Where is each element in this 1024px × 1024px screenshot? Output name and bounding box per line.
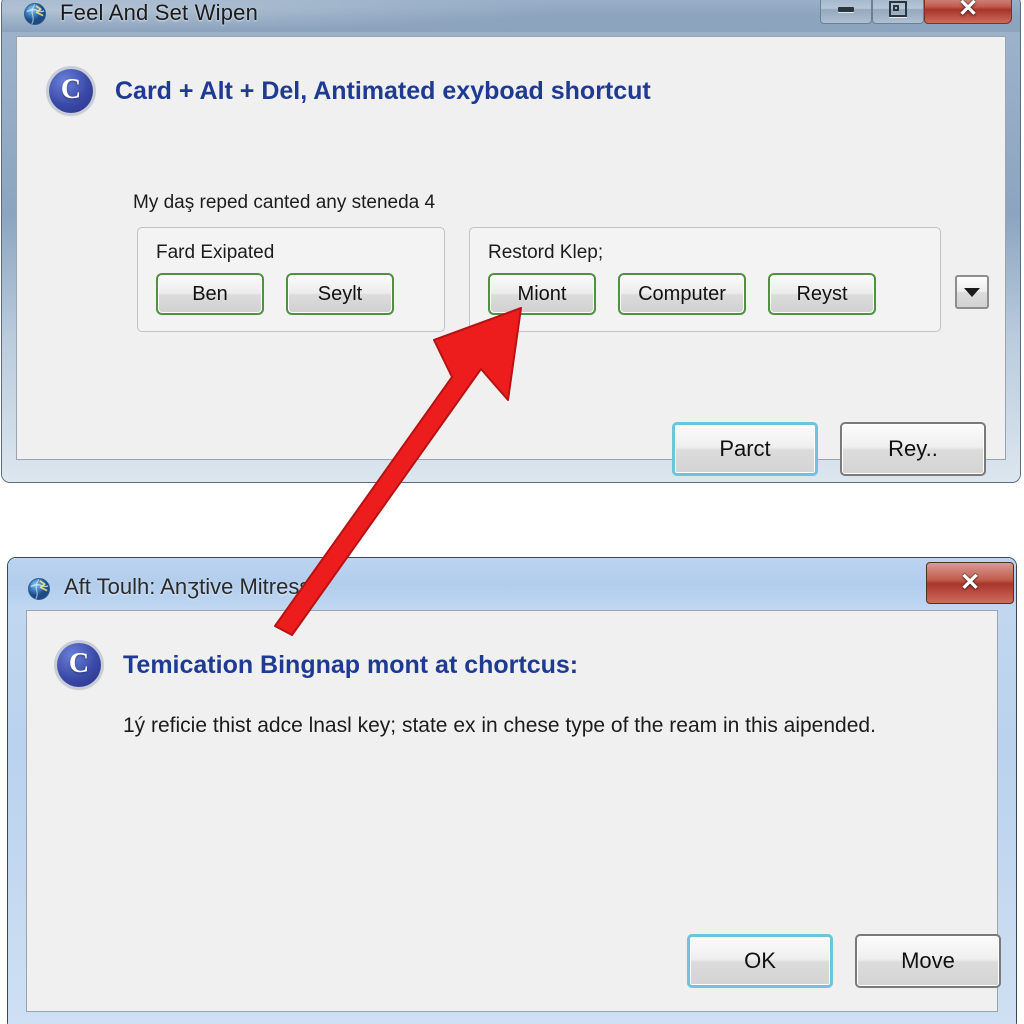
- info-c-icon-letter: C: [68, 648, 90, 679]
- window2-titlebar[interactable]: Aft Toulh: Anʒtive Mitress: [8, 558, 1016, 606]
- close-button[interactable]: ✕: [924, 0, 1012, 24]
- window1-client-area: C Card + Alt + Del, Antimated exyboad sh…: [16, 36, 1006, 476]
- groupbox-button-row: Ben Seylt: [156, 273, 426, 315]
- close-icon: ✕: [957, 0, 979, 22]
- window1-title: Feel And Set Wipen: [60, 0, 259, 25]
- info-c-icon: C: [49, 69, 93, 113]
- groupbox-button-row: Miont Computer Reyst: [488, 273, 922, 315]
- button-computer[interactable]: Computer: [618, 273, 746, 315]
- info-c-icon: C: [57, 643, 101, 687]
- maximize-button[interactable]: [872, 0, 924, 24]
- window2-title: Aft Toulh: Anʒtive Mitress: [64, 574, 311, 599]
- window2-body-text: 1ý reficie thist adce lnasl key; state e…: [123, 714, 876, 737]
- globe-icon: [28, 578, 50, 600]
- groupbox-label: Restord Klep;: [488, 242, 604, 263]
- globe-icon: [24, 3, 46, 25]
- button-miont[interactable]: Miont: [488, 273, 596, 315]
- window2-client-area: C Temication Bingnap mont at chortcus: 1…: [26, 610, 1001, 1012]
- window1-subtext: My daş reped canted any steneda 4: [133, 192, 436, 213]
- rey-button[interactable]: Rey..: [840, 422, 986, 476]
- maximize-icon: [889, 1, 907, 17]
- minimize-button[interactable]: [820, 0, 872, 24]
- groupbox-label: Fard Exipated: [156, 242, 275, 263]
- window-feel-and-set-wipen: Feel And Set Wipen ✕ C Card + Alt + Del,…: [2, 0, 1020, 482]
- window1-heading: Card + Alt + Del, Antimated exyboad shor…: [115, 76, 651, 105]
- window2-footer: OK Move: [687, 934, 1001, 988]
- parct-button[interactable]: Parct: [672, 422, 818, 476]
- chevron-down-icon: [964, 287, 980, 297]
- screenshot-root: Feel And Set Wipen ✕ C Card + Alt + Del,…: [0, 0, 1024, 1024]
- ok-button[interactable]: OK: [687, 934, 833, 988]
- window-aft-toulh: Aft Toulh: Anʒtive Mitress ✕ C Temicatio…: [8, 558, 1016, 1024]
- window2-header-row: C Temication Bingnap mont at chortcus:: [57, 643, 578, 687]
- window1-header-row: C Card + Alt + Del, Antimated exyboad sh…: [49, 69, 651, 113]
- close-button[interactable]: ✕: [926, 562, 1014, 604]
- info-c-icon-letter: C: [60, 74, 82, 105]
- window2-heading: Temication Bingnap mont at chortcus:: [123, 650, 579, 679]
- minimize-icon: [838, 6, 854, 12]
- button-reyst[interactable]: Reyst: [768, 273, 876, 315]
- button-ben[interactable]: Ben: [156, 273, 264, 315]
- dropdown-button[interactable]: [955, 275, 989, 309]
- window1-group-container: Fard Exipated Ben Seylt Restord Klep; Mi…: [123, 227, 997, 332]
- close-icon: ✕: [959, 569, 981, 596]
- groupbox-fard-exipated: Fard Exipated Ben Seylt: [137, 227, 445, 332]
- window1-footer: Parct Rey..: [672, 422, 986, 476]
- groupbox-restord-klep: Restord Klep; Miont Computer Reyst: [469, 227, 941, 332]
- button-seylt[interactable]: Seylt: [286, 273, 394, 315]
- move-button[interactable]: Move: [855, 934, 1001, 988]
